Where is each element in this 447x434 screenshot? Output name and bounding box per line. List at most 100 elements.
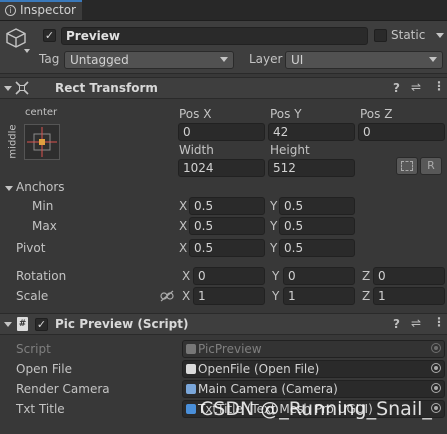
cube-dropdown-icon[interactable] [24, 49, 30, 53]
static-dropdown-icon[interactable] [436, 33, 444, 38]
height-label: Height [270, 143, 310, 157]
script-enabled-checkbox[interactable]: ✓ [35, 318, 48, 331]
pos-z-label: Pos Z [360, 107, 393, 121]
scale-x-axis-label: X [182, 289, 191, 303]
anchor-preset-button[interactable] [24, 124, 60, 160]
tab-inspector[interactable]: i Inspector [0, 0, 82, 20]
scale-y-input[interactable]: 1 [283, 287, 355, 305]
gameobject-header: ✓ Preview Static Tag Untagged Layer UI [0, 21, 447, 74]
raw-edit-button[interactable]: R [420, 157, 442, 175]
cube-icon [6, 28, 26, 48]
kebab-menu-icon[interactable]: ⋮ [433, 315, 445, 329]
pos-y-input[interactable]: 42 [268, 123, 355, 141]
pivot-y-axis-label: Y [270, 241, 278, 255]
text-mesh-icon [186, 404, 196, 414]
rotation-x-axis-label: X [182, 269, 191, 283]
anchors-label: Anchors [16, 180, 65, 194]
script-value: PicPreview [198, 342, 262, 356]
rotation-y-axis-label: Y [272, 269, 280, 283]
tag-value: Untagged [70, 53, 129, 67]
gameobject-active-checkbox[interactable]: ✓ [43, 29, 56, 42]
watermark-text: CSDN @_Running_Snail_ [200, 398, 432, 420]
rotation-x-input[interactable]: 0 [193, 267, 265, 285]
pos-x-label: Pos X [179, 107, 212, 121]
anchor-preset-side-label: middle [7, 124, 19, 159]
open-file-value: OpenFile (Open File) [198, 362, 320, 376]
scale-z-input[interactable]: 1 [373, 287, 445, 305]
open-file-label: Open File [16, 362, 72, 376]
anchors-min-x-input[interactable]: 0.5 [189, 197, 265, 215]
pic-preview-title: Pic Preview (Script) [55, 317, 189, 331]
kebab-menu-icon[interactable]: ⋮ [433, 79, 445, 93]
script-file-icon: # [17, 317, 28, 331]
help-icon[interactable]: ? [393, 81, 400, 95]
anchors-max-x-input[interactable]: 0.5 [189, 217, 265, 235]
pos-y-label: Pos Y [270, 107, 302, 121]
rotation-y-input[interactable]: 0 [283, 267, 355, 285]
pos-x-input[interactable]: 0 [178, 123, 265, 141]
pivot-label: Pivot [16, 241, 46, 255]
static-checkbox[interactable] [374, 29, 387, 42]
anchors-collapse-icon[interactable] [5, 186, 13, 191]
anchor-preset-top-label: center [25, 107, 58, 118]
rotation-z-input[interactable]: 0 [373, 267, 445, 285]
preset-sliders-icon[interactable]: ⇌ [411, 316, 421, 330]
render-camera-value: Main Camera (Camera) [198, 382, 338, 396]
object-picker-icon[interactable] [431, 383, 441, 393]
render-camera-field[interactable]: Main Camera (Camera) [182, 380, 445, 398]
tab-label: Inspector [20, 3, 76, 17]
min-y-axis-label: Y [270, 199, 278, 213]
blueprint-icon [401, 161, 413, 171]
raw-edit-label: R [427, 159, 435, 172]
scale-z-axis-label: Z [362, 289, 371, 303]
constrain-proportions-icon[interactable] [160, 290, 174, 302]
static-label: Static [391, 28, 426, 42]
script-asset-icon [186, 364, 196, 374]
scale-x-input[interactable]: 1 [193, 287, 265, 305]
width-input[interactable]: 1024 [178, 159, 265, 177]
rect-transform-header[interactable]: Rect Transform ? ⇌ ⋮ [0, 77, 447, 99]
rotation-label: Rotation [16, 269, 67, 283]
gameobject-name-input[interactable]: Preview [61, 27, 368, 45]
layer-label: Layer [249, 52, 283, 66]
open-file-field[interactable]: OpenFile (Open File) [182, 360, 445, 378]
height-input[interactable]: 512 [268, 159, 355, 177]
pivot-y-input[interactable]: 0.5 [279, 239, 355, 257]
help-icon[interactable]: ? [393, 317, 400, 331]
anchors-min-label: Min [32, 199, 54, 213]
txt-title-label: Txt Title [16, 402, 65, 416]
script-asset-icon [186, 344, 196, 354]
rect-transform-icon [15, 81, 29, 95]
tag-dropdown[interactable]: Untagged [64, 51, 234, 69]
camera-icon [186, 384, 196, 394]
anchors-max-y-input[interactable]: 0.5 [279, 217, 355, 235]
min-x-axis-label: X [179, 199, 188, 213]
pivot-x-input[interactable]: 0.5 [189, 239, 265, 257]
layer-value: UI [291, 53, 304, 67]
pivot-x-axis-label: X [179, 241, 188, 255]
pos-z-input[interactable]: 0 [358, 123, 445, 141]
object-picker-icon[interactable] [431, 363, 441, 373]
rect-transform-title: Rect Transform [55, 81, 158, 95]
anchor-preset-icon [27, 127, 57, 157]
scale-y-axis-label: Y [272, 289, 280, 303]
object-picker-icon[interactable] [431, 403, 441, 413]
script-label: Script [16, 342, 51, 356]
chevron-down-icon [429, 57, 437, 62]
pic-preview-header[interactable]: # ✓ Pic Preview (Script) ? ⇌ ⋮ [0, 313, 447, 335]
width-label: Width [179, 143, 214, 157]
render-camera-label: Render Camera [16, 382, 110, 396]
layer-dropdown[interactable]: UI [285, 51, 443, 69]
script-field: PicPreview [182, 340, 445, 358]
chevron-down-icon [220, 57, 228, 62]
blueprint-mode-button[interactable] [396, 157, 418, 175]
collapse-arrow-icon[interactable] [4, 322, 12, 327]
collapse-arrow-icon[interactable] [4, 86, 12, 91]
anchors-min-y-input[interactable]: 0.5 [279, 197, 355, 215]
tag-label: Tag [39, 52, 60, 66]
max-x-axis-label: X [179, 219, 188, 233]
preset-sliders-icon[interactable]: ⇌ [411, 80, 421, 94]
tab-bar: i Inspector [0, 0, 447, 21]
object-picker-icon [431, 343, 441, 353]
anchors-max-label: Max [32, 219, 57, 233]
